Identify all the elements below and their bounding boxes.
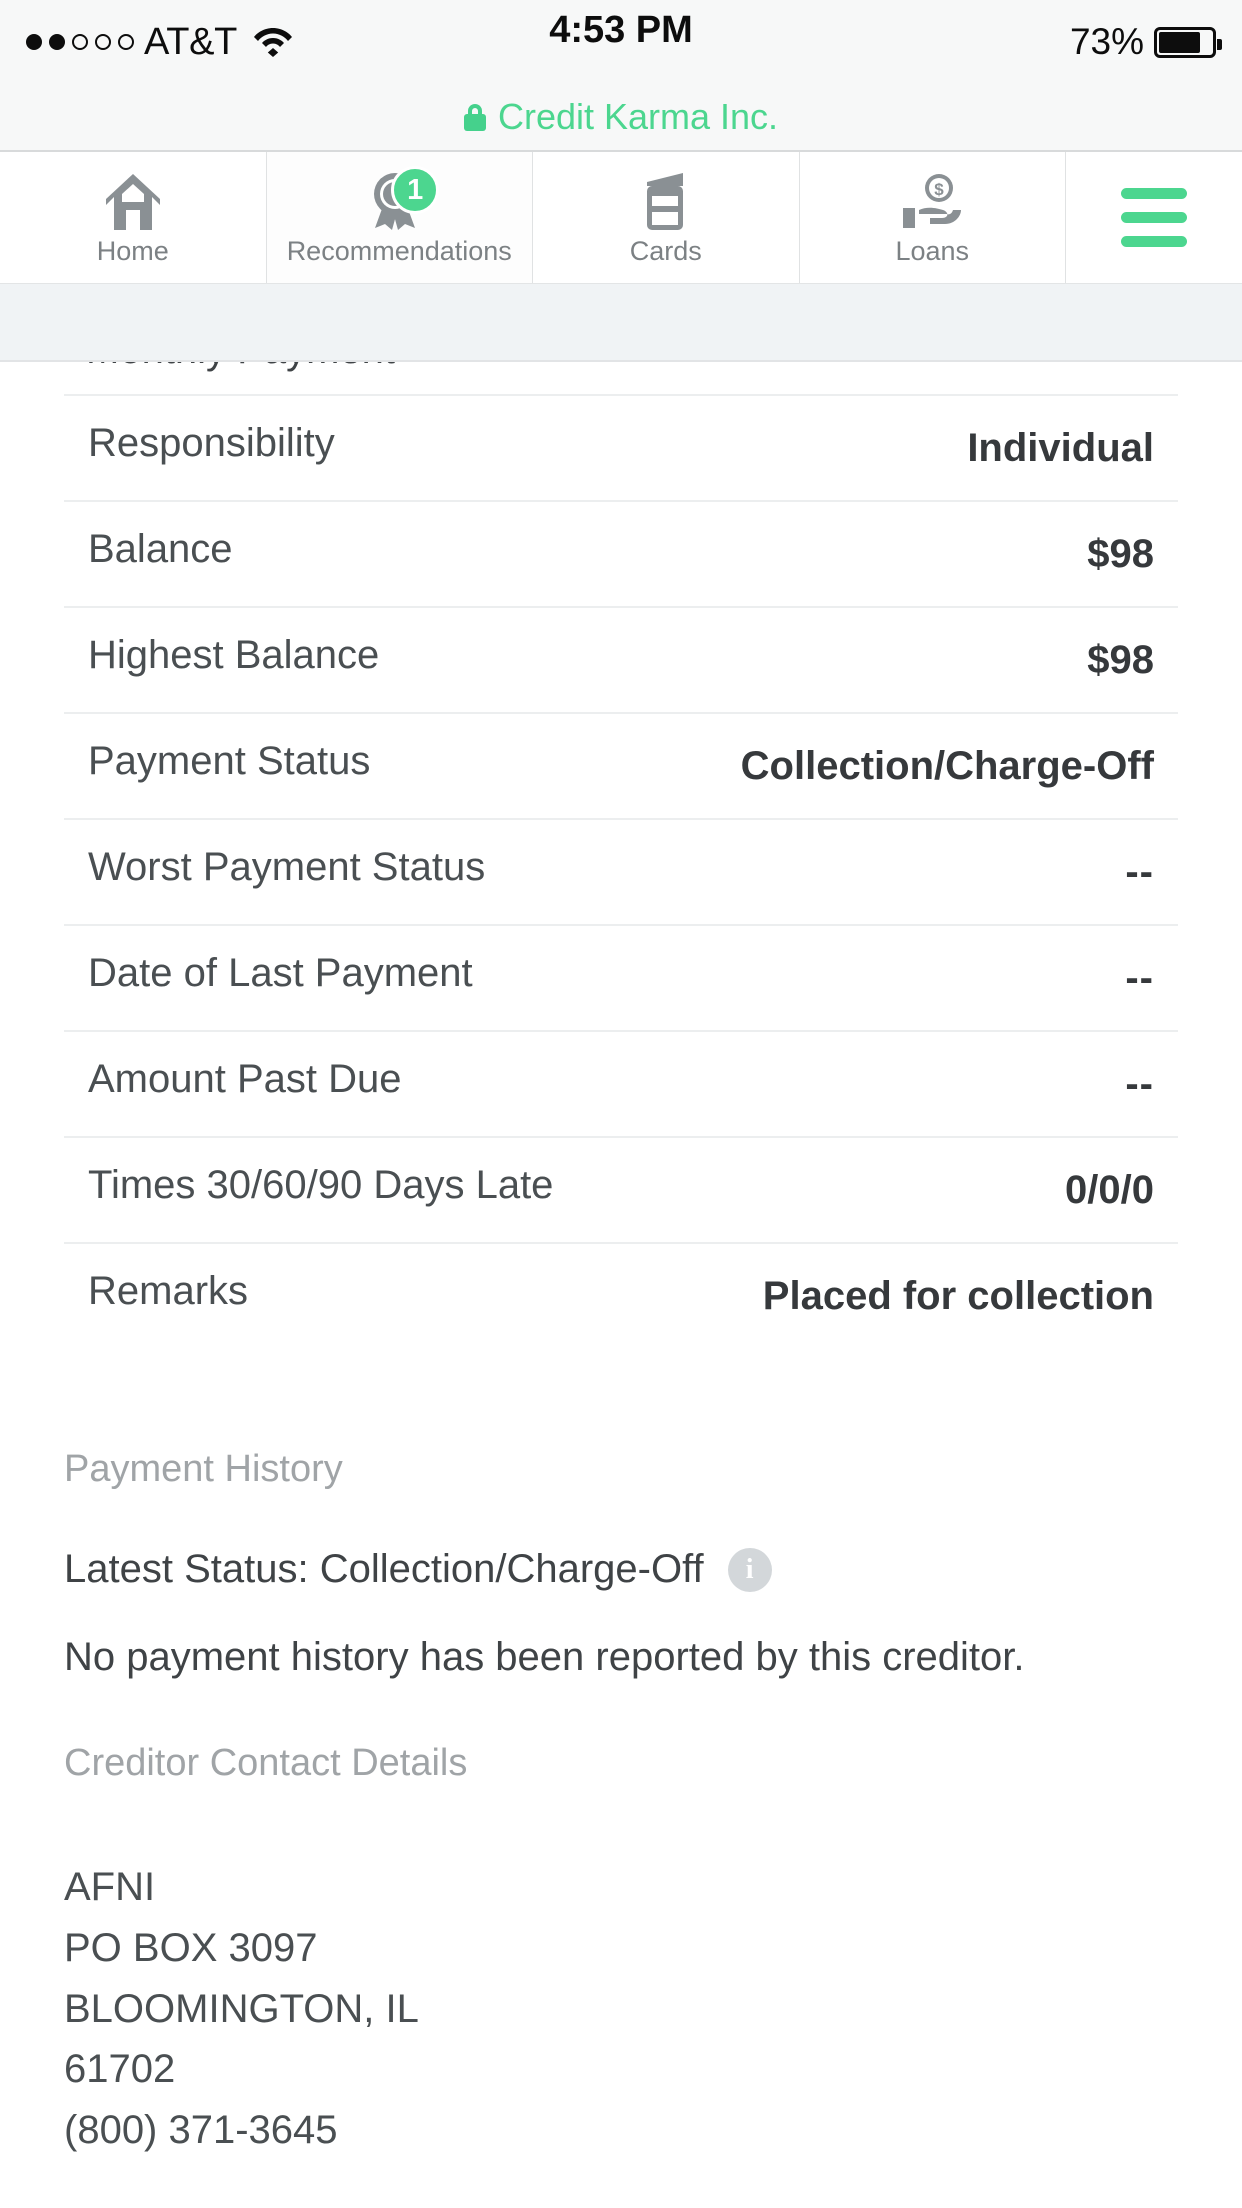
nav-tab-cards-label: Cards <box>629 236 702 266</box>
hamburger-menu-button[interactable] <box>1066 152 1242 283</box>
row-label-highest-balance: Highest Balance <box>88 633 380 677</box>
nav-tab-loans[interactable]: $ Loans <box>799 152 1066 283</box>
nav-tab-loans-label: Loans <box>895 236 970 266</box>
credit-card-icon <box>633 170 699 232</box>
sticky-section-band <box>0 284 1242 362</box>
home-icon <box>102 170 164 232</box>
table-row: Worst Payment Status -- <box>64 818 1178 924</box>
app-screen: AT&T 4:53 PM 73% Credit Karma Inc. Home … <box>0 0 1242 2208</box>
clipped-row-label: Monthly Payment <box>86 362 395 370</box>
battery-icon <box>1154 26 1222 58</box>
hand-dollar-icon: $ <box>897 170 967 232</box>
row-value-payment-status: Collection/Charge-Off <box>740 744 1154 788</box>
row-label-amount-past-due: Amount Past Due <box>88 1057 402 1101</box>
recommendations-badge: 1 <box>391 166 440 214</box>
primary-nav-bar: Home 1 Recommendations Cards $ Loans <box>0 152 1242 284</box>
creditor-city-state: BLOOMINGTON, IL <box>64 1986 419 2031</box>
table-row: Remarks Placed for collection <box>64 1242 1178 1348</box>
clipped-row-monthly-payment: Monthly Payment <box>0 362 1242 394</box>
row-value-amount-past-due: -- <box>1125 1062 1154 1106</box>
account-detail-table: Responsibility Individual Balance $98 Hi… <box>0 394 1242 1348</box>
ribbon-award-icon: 1 <box>363 166 440 232</box>
nav-tab-home-label: Home <box>96 236 169 266</box>
account-detail-content: Monthly Payment Responsibility Individua… <box>0 362 1242 2161</box>
site-name-label: Credit Karma Inc. <box>497 96 779 137</box>
row-label-times-late: Times 30/60/90 Days Late <box>88 1163 554 1207</box>
table-row: Balance $98 <box>64 500 1178 606</box>
creditor-contact-title: Creditor Contact Details <box>64 1742 468 1784</box>
creditor-contact-section: Creditor Contact Details AFNI PO BOX 309… <box>0 1742 1242 2161</box>
row-value-date-of-last-payment: -- <box>1125 956 1154 1000</box>
table-row: Responsibility Individual <box>64 394 1178 500</box>
table-row: Highest Balance $98 <box>64 606 1178 712</box>
status-bar-right: 73% <box>1069 21 1222 63</box>
creditor-address-block: AFNI PO BOX 3097 BLOOMINGTON, IL 61702 (… <box>64 1857 1178 2161</box>
lock-icon <box>463 103 486 131</box>
payment-history-section: Payment History Latest Status: Collectio… <box>0 1448 1242 1682</box>
creditor-zip: 61702 <box>64 2047 176 2092</box>
table-row: Payment Status Collection/Charge-Off <box>64 712 1178 818</box>
creditor-name: AFNI <box>64 1865 156 1909</box>
nav-tab-recommendations[interactable]: 1 Recommendations <box>266 152 533 283</box>
latest-status-label: Latest Status: Collection/Charge-Off <box>64 1547 704 1591</box>
nav-tab-recommendations-label: Recommendations <box>286 236 512 266</box>
row-value-times-late: 0/0/0 <box>1065 1168 1154 1212</box>
row-value-highest-balance: $98 <box>1087 638 1154 682</box>
latest-status-row: Latest Status: Collection/Charge-Off i <box>64 1547 1178 1592</box>
signal-strength-dots <box>26 34 134 50</box>
status-bar-left: AT&T <box>26 21 293 64</box>
wifi-icon <box>253 23 293 62</box>
row-label-remarks: Remarks <box>88 1269 249 1313</box>
row-value-remarks: Placed for collection <box>762 1274 1154 1318</box>
row-label-balance: Balance <box>88 527 233 571</box>
svg-text:$: $ <box>935 180 945 199</box>
row-label-worst-payment-status: Worst Payment Status <box>88 845 486 889</box>
payment-history-empty-message: No payment history has been reported by … <box>64 1635 1025 1679</box>
row-value-balance: $98 <box>1087 532 1154 576</box>
creditor-phone[interactable]: (800) 371-3645 <box>64 2100 1178 2161</box>
payment-history-title: Payment History <box>64 1448 343 1490</box>
nav-tab-home[interactable]: Home <box>0 152 267 283</box>
row-label-responsibility: Responsibility <box>88 421 335 465</box>
row-value-worst-payment-status: -- <box>1125 850 1154 894</box>
row-label-payment-status: Payment Status <box>88 739 371 783</box>
hamburger-menu-icon <box>1121 188 1187 247</box>
battery-percent-label: 73% <box>1069 21 1144 62</box>
carrier-label: AT&T <box>144 20 238 63</box>
creditor-street: PO BOX 3097 <box>64 1925 318 1970</box>
row-value-responsibility: Individual <box>967 426 1154 470</box>
secure-site-bar: Credit Karma Inc. <box>0 84 1242 152</box>
table-row: Date of Last Payment -- <box>64 924 1178 1030</box>
nav-tab-cards[interactable]: Cards <box>533 152 800 283</box>
table-row: Times 30/60/90 Days Late 0/0/0 <box>64 1136 1178 1242</box>
table-row: Amount Past Due -- <box>64 1030 1178 1136</box>
info-icon[interactable]: i <box>727 1547 772 1592</box>
row-label-date-of-last-payment: Date of Last Payment <box>88 951 473 995</box>
status-bar: AT&T 4:53 PM 73% <box>0 0 1242 84</box>
